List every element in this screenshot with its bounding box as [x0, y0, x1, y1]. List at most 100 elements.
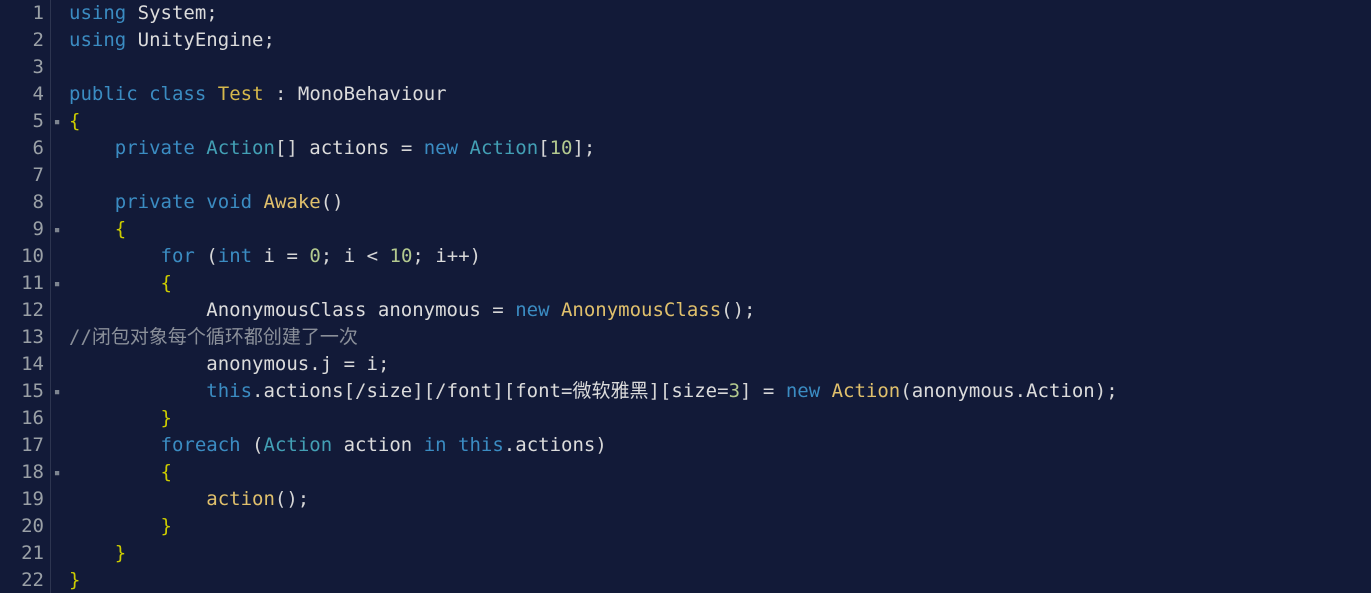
line-number: 18: [0, 459, 50, 486]
fold-marker[interactable]: ▪: [51, 459, 63, 486]
fold-marker: [51, 567, 63, 593]
token-pun: []: [275, 137, 298, 159]
token-pun: .: [252, 380, 263, 402]
token-pun: ;: [412, 245, 423, 267]
token-op: [69, 434, 161, 456]
token-pun: .: [504, 434, 515, 456]
token-pun: =: [401, 137, 412, 159]
token-id: 微软雅黑: [572, 380, 648, 402]
code-line[interactable]: this.actions[/size][/font][font=微软雅黑][si…: [69, 378, 1371, 405]
code-line[interactable]: {: [69, 108, 1371, 135]
code-line[interactable]: {: [69, 459, 1371, 486]
line-number: 8: [0, 189, 50, 216]
token-id: action: [344, 434, 413, 456]
token-pun: .: [309, 353, 320, 375]
token-id: anonymous: [912, 380, 1015, 402]
code-line[interactable]: {: [69, 270, 1371, 297]
token-br: {: [69, 110, 80, 132]
token-pun: =: [717, 380, 728, 402]
line-number: 22: [0, 567, 50, 593]
code-line[interactable]: private void Awake(): [69, 189, 1371, 216]
token-br: }: [161, 515, 172, 537]
token-op: [69, 272, 161, 294]
token-kw: in: [424, 434, 447, 456]
line-number: 20: [0, 513, 50, 540]
code-line[interactable]: foreach (Action action in this.actions): [69, 432, 1371, 459]
token-pun: ): [595, 434, 606, 456]
token-op: [126, 2, 137, 24]
token-br: {: [161, 272, 172, 294]
token-id: actions: [309, 137, 389, 159]
token-id: j: [321, 353, 332, 375]
code-line[interactable]: {: [69, 216, 1371, 243]
token-op: [264, 83, 275, 105]
fold-marker[interactable]: ▪: [51, 270, 63, 297]
token-op: [138, 83, 149, 105]
token-op: [355, 245, 366, 267]
fold-marker[interactable]: ▪: [51, 378, 63, 405]
token-op: [252, 245, 263, 267]
code-line[interactable]: anonymous.j = i;: [69, 351, 1371, 378]
token-op: [458, 137, 469, 159]
code-line[interactable]: action();: [69, 486, 1371, 513]
code-line[interactable]: for (int i = 0; i < 10; i++): [69, 243, 1371, 270]
token-fun: Awake: [264, 191, 321, 213]
line-number: 15: [0, 378, 50, 405]
line-number: 6: [0, 135, 50, 162]
token-id: i: [264, 245, 275, 267]
line-number: 19: [0, 486, 50, 513]
token-kw: this: [206, 380, 252, 402]
token-kw: new: [515, 299, 549, 321]
fold-marker: [51, 54, 63, 81]
line-number: 16: [0, 405, 50, 432]
fold-marker: [51, 0, 63, 27]
token-pun: (: [900, 380, 911, 402]
token-num: 0: [309, 245, 320, 267]
code-area[interactable]: using System;using UnityEngine; public cl…: [63, 0, 1371, 593]
token-kw: this: [458, 434, 504, 456]
token-id: UnityEngine: [138, 29, 264, 51]
code-line[interactable]: //闭包对象每个循环都创建了一次: [69, 324, 1371, 351]
token-op: [447, 434, 458, 456]
token-kw: class: [149, 83, 206, 105]
token-br: }: [115, 542, 126, 564]
token-id: i: [435, 245, 446, 267]
token-op: [69, 461, 161, 483]
fold-marker: [51, 486, 63, 513]
token-pun: =: [763, 380, 774, 402]
line-number: 9: [0, 216, 50, 243]
code-line[interactable]: }: [69, 567, 1371, 593]
token-pun: ();: [721, 299, 755, 321]
fold-marker: [51, 243, 63, 270]
fold-gutter[interactable]: ▪ ▪ ▪ ▪ ▪: [51, 0, 63, 593]
code-line[interactable]: }: [69, 513, 1371, 540]
line-number: 2: [0, 27, 50, 54]
code-editor[interactable]: 12345678910111213141516171819202122 ▪▪▪▪…: [0, 0, 1371, 593]
code-line[interactable]: }: [69, 540, 1371, 567]
fold-marker[interactable]: ▪: [51, 216, 63, 243]
token-cmt: //闭包对象每个循环都创建了一次: [69, 326, 358, 348]
token-kw: int: [218, 245, 252, 267]
token-op: [69, 542, 115, 564]
code-line[interactable]: private Action[] actions = new Action[10…: [69, 135, 1371, 162]
token-op: [69, 218, 115, 240]
line-number: 13: [0, 324, 50, 351]
code-line[interactable]: [69, 162, 1371, 189]
token-kw: public: [69, 83, 138, 105]
code-line[interactable]: }: [69, 405, 1371, 432]
code-line[interactable]: using UnityEngine;: [69, 27, 1371, 54]
code-line[interactable]: public class Test : MonoBehaviour: [69, 81, 1371, 108]
token-pun: ++): [447, 245, 481, 267]
token-id: font: [447, 380, 493, 402]
fold-marker[interactable]: ▪: [51, 108, 63, 135]
token-op: [69, 488, 206, 510]
fold-marker: [51, 135, 63, 162]
token-pun: (: [206, 245, 217, 267]
code-line[interactable]: [69, 54, 1371, 81]
line-number: 5: [0, 108, 50, 135]
code-line[interactable]: using System;: [69, 0, 1371, 27]
token-pun: (): [321, 191, 344, 213]
code-line[interactable]: AnonymousClass anonymous = new Anonymous…: [69, 297, 1371, 324]
token-id: System: [138, 2, 207, 24]
token-op: [195, 245, 206, 267]
